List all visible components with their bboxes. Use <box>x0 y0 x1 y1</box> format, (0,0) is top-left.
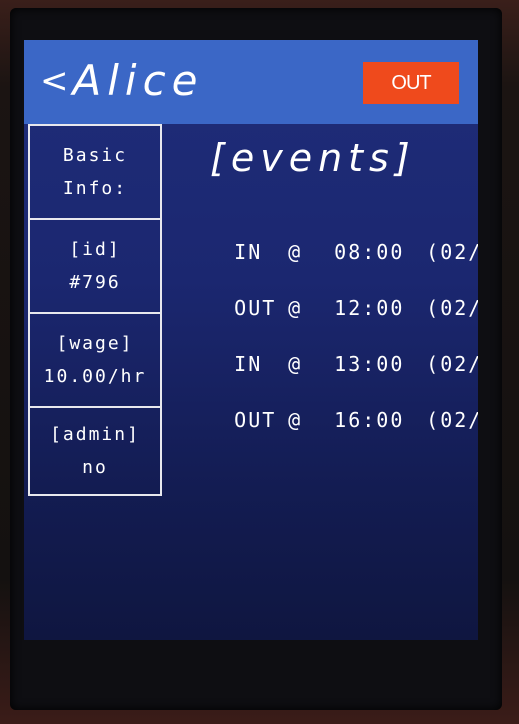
event-type: IN <box>234 240 263 264</box>
admin-value: no <box>82 457 108 478</box>
id-field: [id] #796 <box>30 220 160 314</box>
back-button[interactable]: < Alice <box>40 56 204 105</box>
event-at-symbol: @ <box>288 352 303 376</box>
wage-field: [wage] 10.00/hr <box>30 314 160 408</box>
basic-info-heading: Basic Info: <box>30 126 160 220</box>
events-title: [events] <box>210 136 416 180</box>
id-label: [id] <box>69 239 121 260</box>
event-at-symbol: @ <box>288 240 303 264</box>
event-at-symbol: @ <box>288 408 303 432</box>
admin-field: [admin] no <box>30 408 160 494</box>
event-time: 13:00 <box>334 352 405 376</box>
event-time: 12:00 <box>334 296 405 320</box>
back-arrow-icon: < <box>40 60 69 101</box>
clock-out-button[interactable]: OUT <box>363 62 459 104</box>
event-type: OUT <box>234 408 277 432</box>
event-at-symbol: @ <box>288 296 303 320</box>
basic-info-label-line2: Info: <box>62 178 128 199</box>
event-time: 08:00 <box>334 240 405 264</box>
event-type: IN <box>234 352 263 376</box>
event-date: (02/22) <box>426 352 478 376</box>
header-bar: < Alice OUT <box>24 40 478 124</box>
event-date: (02/22) <box>426 408 478 432</box>
event-date: (02/22) <box>426 240 478 264</box>
event-time: 16:00 <box>334 408 405 432</box>
id-value: #796 <box>69 272 121 293</box>
wage-value: 10.00/hr <box>43 366 147 387</box>
basic-info-label-line1: Basic <box>62 145 128 166</box>
event-date: (02/22) <box>426 296 478 320</box>
tft-screen: < Alice OUT Basic Info: [id] #796 [wage]… <box>24 40 478 640</box>
admin-label: [admin] <box>50 424 140 445</box>
event-type: OUT <box>234 296 277 320</box>
employee-name: Alice <box>72 56 204 105</box>
event-row: OUT @16:00 (02/22) <box>178 384 478 456</box>
basic-info-panel: Basic Info: [id] #796 [wage] 10.00/hr [a… <box>28 124 162 496</box>
wage-label: [wage] <box>56 333 134 354</box>
